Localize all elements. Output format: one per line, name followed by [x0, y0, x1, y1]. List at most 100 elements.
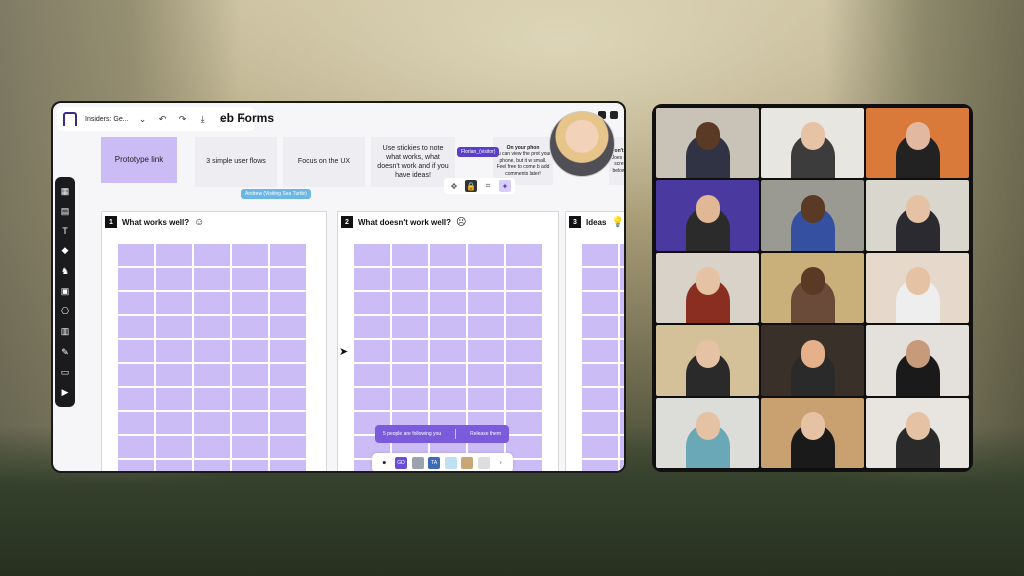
shapes-icon[interactable]: ◆ — [59, 245, 71, 256]
sticky-note-slot[interactable] — [582, 292, 618, 314]
sticky-note-slot[interactable] — [194, 268, 230, 290]
pen-icon[interactable]: ✎ — [59, 347, 71, 358]
sparkle-icon[interactable]: ✦ — [499, 180, 511, 192]
sticky-focus-ux[interactable]: Focus on the UX — [283, 137, 365, 187]
sticky-note-slot[interactable] — [232, 316, 268, 338]
sticky-note-slot[interactable] — [118, 460, 154, 471]
sticky-note-slot[interactable] — [392, 244, 428, 266]
sticky-prototype-link[interactable]: Prototype link — [101, 137, 177, 183]
sticky-note-slot[interactable] — [354, 388, 390, 410]
sticky-note-slot[interactable] — [506, 364, 542, 386]
sticky-note-slot[interactable] — [392, 364, 428, 386]
participant-video-tile[interactable] — [761, 252, 864, 324]
sticky-note-slot[interactable] — [156, 340, 192, 362]
chevron-right-icon[interactable]: › — [495, 457, 507, 469]
sticky-use-stickies[interactable]: Use stickies to note what works, what do… — [371, 137, 455, 187]
sticky-note-slot[interactable] — [270, 316, 306, 338]
participant-video-tile[interactable] — [866, 108, 969, 179]
sticky-note-slot[interactable] — [468, 340, 504, 362]
sticky-note-slot[interactable] — [392, 268, 428, 290]
move-icon[interactable]: ✥ — [448, 180, 460, 192]
sticky-note-slot[interactable] — [194, 340, 230, 362]
sticky-note-slot[interactable] — [354, 340, 390, 362]
sticky-note-slot[interactable] — [430, 268, 466, 290]
sticky-note-slot[interactable] — [354, 364, 390, 386]
sticky-note-slot[interactable] — [468, 244, 504, 266]
sticky-note-slot[interactable] — [194, 412, 230, 434]
participant-video-tile[interactable] — [761, 180, 864, 251]
release-button[interactable]: Release them — [470, 431, 501, 437]
sticky-note-slot[interactable] — [270, 436, 306, 458]
lock-icon[interactable]: 🔒 — [465, 180, 477, 192]
sticky-note-slot[interactable] — [620, 388, 624, 410]
llama-icon[interactable]: ♞ — [59, 266, 71, 277]
sticky-note-slot[interactable] — [194, 244, 230, 266]
sticky-note-slot[interactable] — [232, 460, 268, 471]
sticky-note-slot[interactable] — [620, 436, 624, 458]
sticky-note-slot[interactable] — [118, 388, 154, 410]
archive-icon[interactable]: ▭ — [59, 367, 71, 378]
sticky-note-slot[interactable] — [582, 268, 618, 290]
avatar-ta[interactable]: TA — [428, 457, 441, 469]
sticky-note-slot[interactable] — [582, 436, 618, 458]
sticky-note-slot[interactable] — [468, 388, 504, 410]
participant-video-tile[interactable] — [866, 325, 969, 396]
sticky-note-slot[interactable] — [270, 292, 306, 314]
sticky-note-slot[interactable] — [620, 364, 624, 386]
sticky-note-slot[interactable] — [232, 268, 268, 290]
sticky-note-slot[interactable] — [232, 412, 268, 434]
sticky-note-slot[interactable] — [430, 340, 466, 362]
participant-video-tile[interactable] — [656, 108, 759, 179]
sticky-note-slot[interactable] — [118, 364, 154, 386]
sticky-note-slot[interactable] — [468, 292, 504, 314]
sticky-note-slot[interactable] — [232, 436, 268, 458]
participant-video-tile[interactable] — [761, 108, 864, 179]
sticky-note-slot[interactable] — [156, 436, 192, 458]
sticky-note-slot[interactable] — [270, 388, 306, 410]
sticky-note-icon[interactable]: ▤ — [59, 206, 71, 217]
image-icon[interactable]: ▣ — [59, 286, 71, 297]
sticky-note-slot[interactable] — [270, 364, 306, 386]
menu-icon[interactable] — [610, 111, 618, 119]
redo-icon[interactable]: ↷ — [177, 114, 189, 125]
board-name-dropdown[interactable]: Insiders: Ge... — [85, 116, 129, 123]
chevron-down-icon[interactable]: ⌄ — [137, 114, 149, 125]
sticky-note-slot[interactable] — [156, 388, 192, 410]
sticky-note-slot[interactable] — [506, 388, 542, 410]
sticky-note-slot[interactable] — [156, 364, 192, 386]
sticky-note-slot[interactable] — [582, 388, 618, 410]
text-icon[interactable]: T — [59, 226, 71, 236]
sticky-note-slot[interactable] — [620, 316, 624, 338]
participant-video-tile[interactable] — [761, 397, 864, 468]
participant-video-tile[interactable] — [656, 325, 759, 396]
participant-video-tile[interactable] — [866, 180, 969, 251]
sticky-note-slot[interactable] — [118, 340, 154, 362]
sticky-note-slot[interactable] — [270, 412, 306, 434]
avatar-gd[interactable]: GD — [394, 457, 407, 469]
sticky-note-slot[interactable] — [468, 364, 504, 386]
avatar[interactable] — [461, 457, 474, 469]
sticky-note-slot[interactable] — [194, 388, 230, 410]
sticky-note-slot[interactable] — [194, 316, 230, 338]
sticky-note-slot[interactable] — [430, 316, 466, 338]
sticky-note-slot[interactable] — [354, 244, 390, 266]
sticky-note-slot[interactable] — [506, 316, 542, 338]
sticky-note-slot[interactable] — [270, 340, 306, 362]
participant-video-tile[interactable] — [866, 397, 969, 468]
sticky-note-slot[interactable] — [156, 292, 192, 314]
sticky-note-slot[interactable] — [194, 436, 230, 458]
diagram-icon[interactable]: ⎔ — [59, 306, 71, 317]
sticky-note-slot[interactable] — [156, 244, 192, 266]
sticky-note-slot[interactable] — [392, 316, 428, 338]
sticky-note-slot[interactable] — [118, 244, 154, 266]
sticky-note-slot[interactable] — [232, 244, 268, 266]
sticky-note-slot[interactable] — [270, 268, 306, 290]
sticky-note-slot[interactable] — [582, 460, 618, 471]
sticky-note-slot[interactable] — [194, 364, 230, 386]
download-icon[interactable]: ⤓ — [197, 114, 209, 125]
avatar[interactable] — [411, 457, 424, 469]
participant-video-tile[interactable] — [656, 397, 759, 468]
participant-video-tile[interactable] — [866, 252, 969, 324]
sticky-note-slot[interactable] — [430, 364, 466, 386]
sticky-note-slot[interactable] — [354, 292, 390, 314]
